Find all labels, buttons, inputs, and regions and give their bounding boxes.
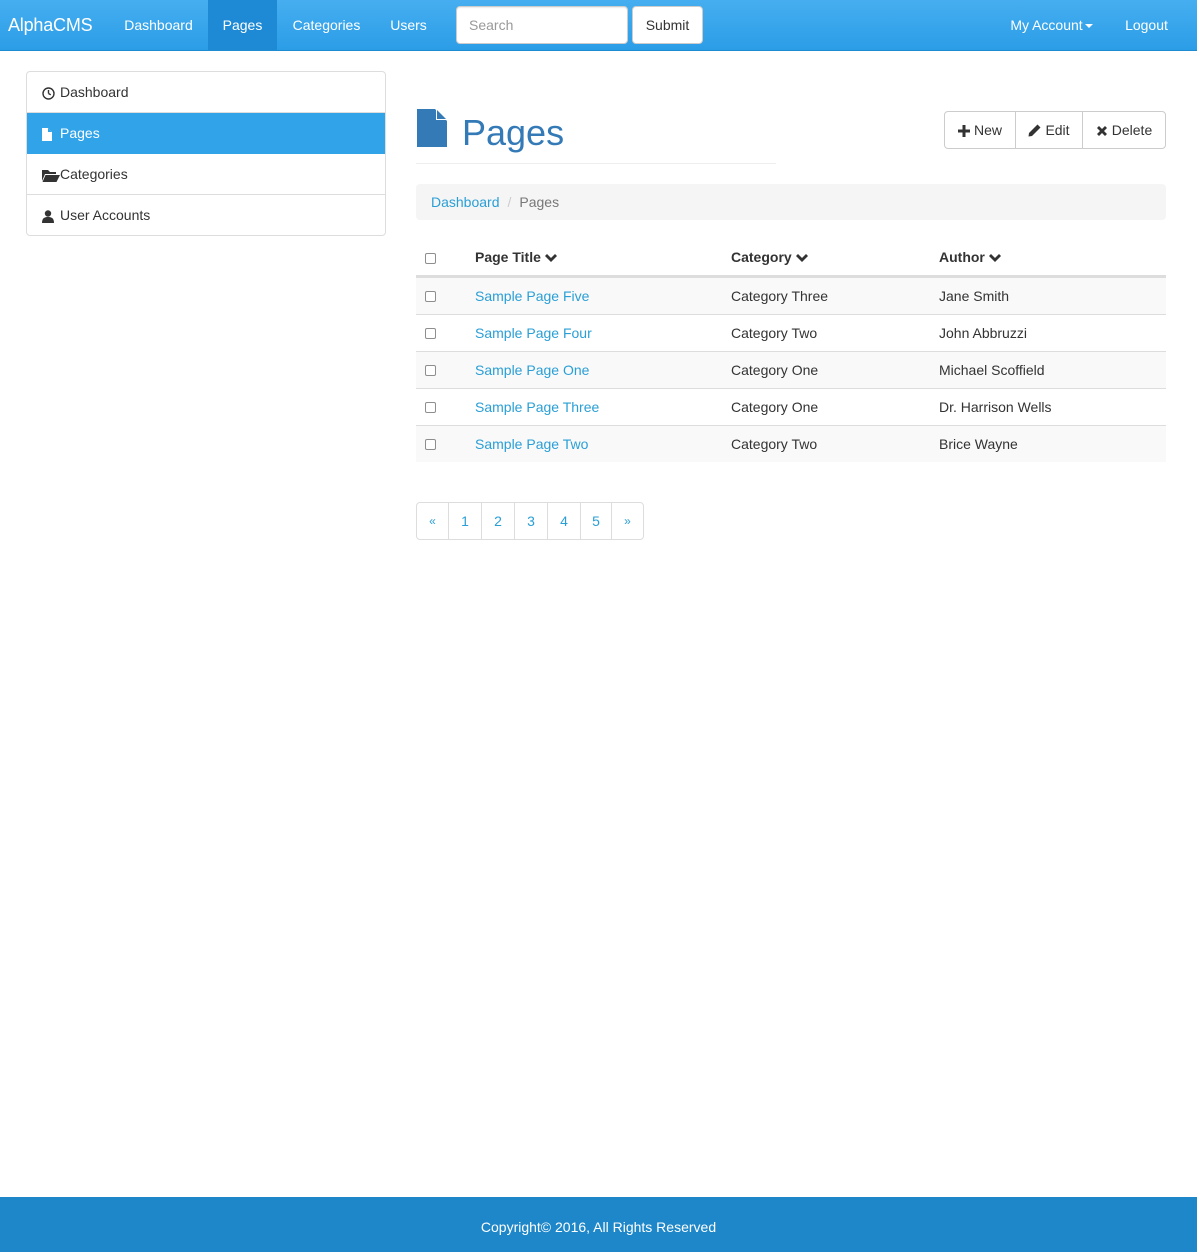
remove-icon [1096,126,1107,136]
page-category: Category One [731,362,819,378]
delete-button[interactable]: Delete [1083,112,1165,148]
sidebar-item-label: Pages [60,125,100,141]
user-icon [42,196,60,235]
pagination-page-3[interactable]: 3 [515,503,548,539]
page-author: Dr. Harrison Wells [939,399,1052,415]
brand-logo[interactable]: AlphaCMS [8,0,93,50]
file-icon [42,114,60,154]
page-category: Category Two [731,325,818,341]
page-footer: Copyright© 2016, All Rights Reserved [0,1197,1197,1252]
sidebar-item-label: User Accounts [60,207,151,223]
select-all-checkbox[interactable] [425,253,436,264]
page-title-link[interactable]: Sample Page One [475,352,589,388]
chevron-down-icon [544,254,557,262]
new-button[interactable]: New [945,112,1016,148]
edit-button-label: Edit [1045,122,1070,138]
table-row: Sample Page One Category One Michael Sco… [416,351,1166,388]
pages-table: Page Title Category Author Sample Page F… [416,240,1166,462]
pagination-next[interactable]: » [612,503,643,539]
sidebar-item-label: Categories [60,166,128,182]
dashboard-icon [42,73,60,113]
row-checkbox[interactable] [425,365,436,376]
page-title-file-icon [417,109,447,147]
page-title-link[interactable]: Sample Page Three [475,389,599,425]
pagination-prev[interactable]: « [417,503,449,539]
logout-link[interactable]: Logout [1110,0,1183,50]
row-checkbox[interactable] [425,328,436,339]
page-category: Category Two [731,436,818,452]
footer-copyright: Copyright© 2016, All Rights Reserved [480,1219,717,1235]
folder-open-icon [42,155,60,195]
nav-pages[interactable]: Pages [208,0,277,50]
row-checkbox[interactable] [425,402,436,413]
page-title-link[interactable]: Sample Page Four [475,315,592,351]
table-row: Sample Page Three Category One Dr. Harri… [416,388,1166,425]
breadcrumb-current: Pages [519,194,560,210]
table-row: Sample Page Two Category Two Brice Wayne [416,425,1166,462]
sidebar-item-pages[interactable]: Pages [27,113,385,154]
breadcrumb-dashboard-link[interactable]: Dashboard [431,194,500,210]
table-row: Sample Page Four Category Two John Abbru… [416,314,1166,351]
nav-categories[interactable]: Categories [277,0,376,50]
chevron-down-icon [795,254,808,262]
column-header-label: Page Title [475,249,541,265]
page-title: Pages [462,112,565,153]
search-input[interactable] [456,6,628,44]
my-account-dropdown[interactable]: My Account [995,0,1108,50]
table-row: Sample Page Five Category Three Jane Smi… [416,277,1166,314]
sidebar-item-label: Dashboard [60,84,129,100]
column-header-label: Category [731,249,792,265]
column-header-page-title[interactable]: Page Title [475,240,557,275]
top-navbar: AlphaCMS Dashboard Pages Categories User… [0,0,1197,51]
page-category: Category One [731,399,819,415]
page-category: Category Three [731,288,829,304]
page-author: Jane Smith [939,288,1010,304]
header-divider [416,163,776,164]
column-header-label: Author [939,249,985,265]
pencil-icon [1028,124,1041,137]
column-header-category[interactable]: Category [731,240,808,275]
row-checkbox[interactable] [425,291,436,302]
new-button-label: New [973,122,1002,138]
page-author: Michael Scoffield [939,362,1045,378]
edit-button[interactable]: Edit [1016,112,1083,148]
column-header-author[interactable]: Author [939,240,1001,275]
plus-icon [957,125,970,137]
page-author: John Abbruzzi [939,325,1027,341]
pagination-page-1[interactable]: 1 [449,503,482,539]
pagination-page-4[interactable]: 4 [548,503,581,539]
breadcrumb: Dashboard / Pages [416,184,1166,220]
breadcrumb-separator: / [507,194,512,210]
chevron-down-icon [988,254,1001,262]
page-title-link[interactable]: Sample Page Two [475,426,588,462]
sidebar-item-dashboard[interactable]: Dashboard [27,72,385,113]
caret-down-icon [1084,24,1093,29]
sidebar-item-categories[interactable]: Categories [27,154,385,195]
sidebar-list: Dashboard Pages Categories User Accounts [26,71,386,236]
action-button-group: New Edit Delete [944,111,1166,149]
page-title-link[interactable]: Sample Page Five [475,278,589,314]
pagination-page-2[interactable]: 2 [482,503,515,539]
pagination-page-5[interactable]: 5 [581,503,612,539]
my-account-label: My Account [1010,17,1083,33]
delete-button-label: Delete [1111,122,1153,138]
nav-dashboard[interactable]: Dashboard [109,0,208,50]
table-header-row: Page Title Category Author [416,240,1166,277]
nav-users[interactable]: Users [376,0,441,50]
page-author: Brice Wayne [939,436,1018,452]
row-checkbox[interactable] [425,439,436,450]
search-submit-button[interactable]: Submit [632,6,703,44]
sidebar-item-user-accounts[interactable]: User Accounts [27,195,385,235]
pagination: « 1 2 3 4 5 » [416,502,644,540]
